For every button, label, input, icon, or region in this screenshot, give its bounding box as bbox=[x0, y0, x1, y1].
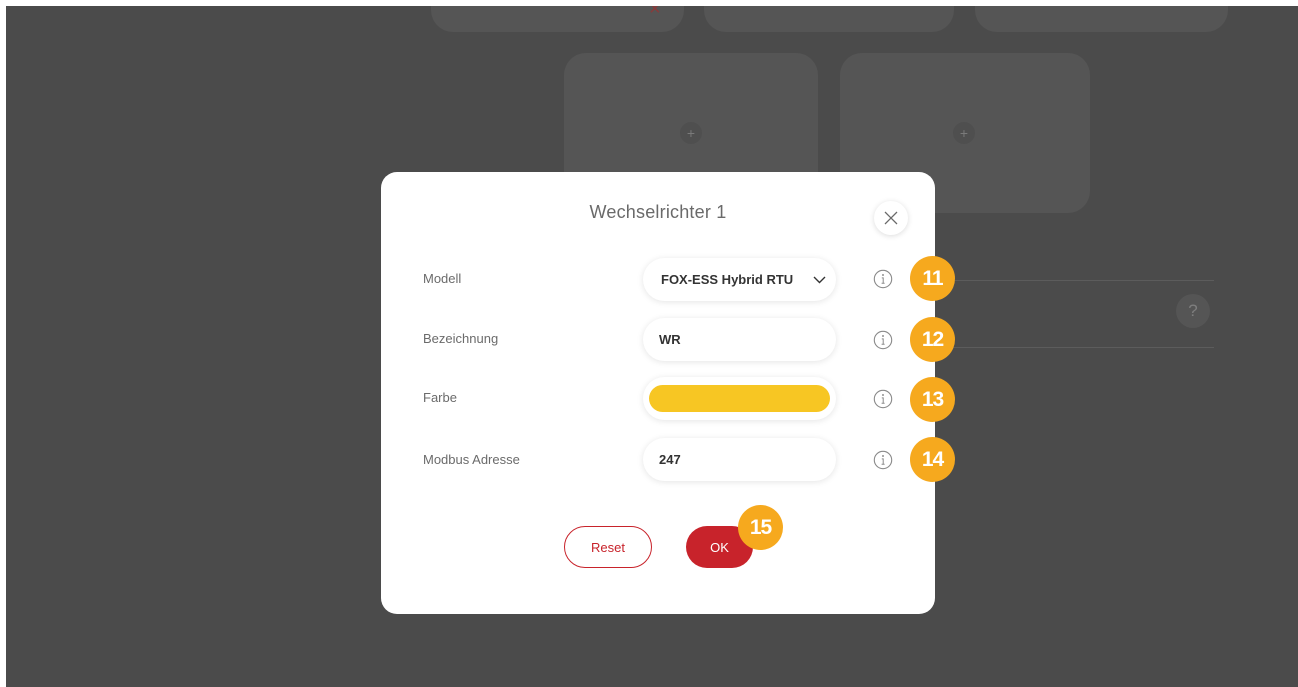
plus-icon: + bbox=[680, 122, 702, 144]
info-icon[interactable] bbox=[873, 269, 893, 289]
color-label: Farbe bbox=[423, 390, 457, 405]
close-button[interactable] bbox=[874, 201, 908, 235]
modbus-address-input[interactable]: 247 bbox=[643, 438, 836, 481]
inverter-settings-dialog: Wechselrichter 1 Modell FOX-ESS Hybrid R… bbox=[381, 172, 955, 614]
modbus-value: 247 bbox=[659, 452, 681, 467]
background-card bbox=[704, 6, 954, 32]
callout-badge: 15 bbox=[738, 505, 783, 550]
dialog-title: Wechselrichter 1 bbox=[589, 202, 727, 222]
model-label: Modell bbox=[423, 271, 462, 286]
callout-badge: 12 bbox=[910, 317, 955, 362]
divider bbox=[934, 347, 1214, 348]
callout-badge: 11 bbox=[910, 256, 955, 301]
background-card bbox=[431, 6, 684, 32]
name-value: WR bbox=[659, 332, 681, 347]
divider bbox=[934, 280, 1214, 281]
reset-button[interactable]: Reset bbox=[564, 526, 652, 568]
color-swatch bbox=[649, 385, 830, 412]
help-icon[interactable]: ? bbox=[1176, 294, 1210, 328]
remove-icon: × bbox=[649, 6, 661, 20]
model-value: FOX-ESS Hybrid RTU bbox=[661, 272, 794, 287]
name-input[interactable]: WR bbox=[643, 318, 836, 361]
info-icon[interactable] bbox=[873, 450, 893, 470]
chevron-down-icon bbox=[813, 276, 826, 283]
info-icon[interactable] bbox=[873, 330, 893, 350]
info-icon[interactable] bbox=[873, 389, 893, 409]
callout-badge: 14 bbox=[910, 437, 955, 482]
plus-icon: + bbox=[953, 122, 975, 144]
color-picker[interactable] bbox=[643, 377, 836, 420]
close-icon bbox=[884, 211, 898, 225]
modbus-label: Modbus Adresse bbox=[423, 452, 520, 467]
background-card bbox=[975, 6, 1228, 32]
name-label: Bezeichnung bbox=[423, 331, 499, 346]
model-select[interactable]: FOX-ESS Hybrid RTU bbox=[643, 258, 836, 301]
callout-badge: 13 bbox=[910, 377, 955, 422]
